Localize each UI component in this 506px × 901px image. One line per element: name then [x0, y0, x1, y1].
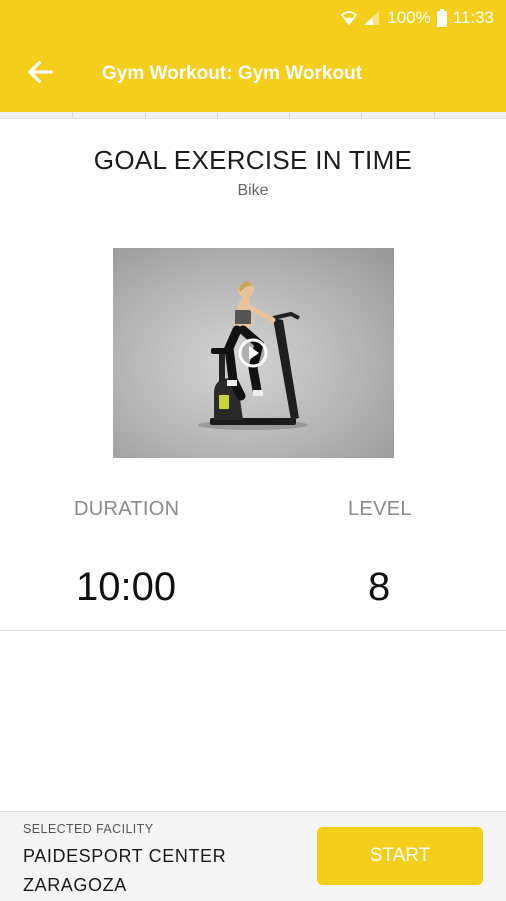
duration-label: DURATION [74, 498, 180, 520]
play-icon [238, 338, 268, 368]
toolbar-title: Gym Workout: Gym Workout [102, 63, 363, 84]
level-label: LEVEL [348, 498, 412, 520]
divider [0, 630, 506, 631]
wifi-icon [341, 10, 358, 26]
tab-strip [0, 112, 506, 119]
battery-percent: 100% [387, 8, 431, 27]
signal-icon [363, 10, 381, 26]
clock: 11:33 [452, 8, 494, 27]
exercise-video[interactable] [113, 248, 394, 458]
battery-icon [436, 9, 447, 27]
app-bar: 100% 11:33 Gym Workout: Gym Workout [0, 0, 506, 115]
duration-value: 10:00 [76, 565, 177, 609]
status-bar: 100% 11:33 [0, 0, 506, 36]
arrow-left-icon [27, 60, 53, 89]
bottom-bar: SELECTED FACILITY PAIDESPORT CENTER ZARA… [0, 811, 506, 901]
start-button[interactable]: START [317, 827, 483, 885]
exercise-subtitle: Bike [237, 182, 269, 199]
back-button[interactable] [0, 36, 80, 112]
level-value: 8 [368, 565, 391, 609]
selected-facility-name: PAIDESPORT CENTER ZARAGOZA [23, 846, 227, 895]
exercise-title: GOAL EXERCISE IN TIME [93, 145, 413, 175]
selected-facility-label: SELECTED FACILITY [23, 822, 154, 836]
toolbar: Gym Workout: Gym Workout [0, 36, 506, 112]
exercise-video-thumbnail [198, 281, 308, 430]
